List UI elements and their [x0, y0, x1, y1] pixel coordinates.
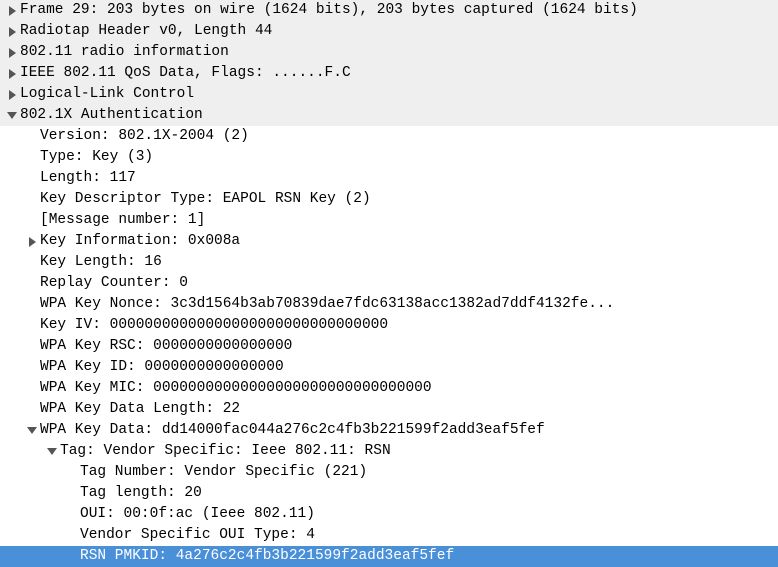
- chevron-right-icon[interactable]: [6, 90, 18, 100]
- tree-leaf-tag-num[interactable]: Tag Number: Vendor Specific (221): [0, 462, 778, 483]
- chevron-right-icon[interactable]: [26, 237, 38, 247]
- tree-label: Frame 29: 203 bytes on wire (1624 bits),…: [20, 1, 638, 20]
- chevron-down-icon[interactable]: [6, 112, 18, 119]
- tree-leaf-msg-num[interactable]: [Message number: 1]: [0, 210, 778, 231]
- tree-node-qos-data[interactable]: IEEE 802.11 QoS Data, Flags: ......F.C: [0, 63, 778, 84]
- tree-leaf-oui[interactable]: OUI: 00:0f:ac (Ieee 802.11): [0, 504, 778, 525]
- tree-label: WPA Key ID: 0000000000000000: [40, 358, 284, 377]
- tree-leaf-oui-type[interactable]: Vendor Specific OUI Type: 4: [0, 525, 778, 546]
- tree-label: Version: 802.1X-2004 (2): [40, 127, 249, 146]
- tree-leaf-tag-len[interactable]: Tag length: 20: [0, 483, 778, 504]
- tree-node-radiotap[interactable]: Radiotap Header v0, Length 44: [0, 21, 778, 42]
- tree-label: Type: Key (3): [40, 148, 153, 167]
- tree-label: [Message number: 1]: [40, 211, 205, 230]
- tree-label: WPA Key MIC: 000000000000000000000000000…: [40, 379, 432, 398]
- tree-leaf-nonce[interactable]: WPA Key Nonce: 3c3d1564b3ab70839dae7fdc6…: [0, 294, 778, 315]
- tree-leaf-version[interactable]: Version: 802.1X-2004 (2): [0, 126, 778, 147]
- tree-node-auth[interactable]: 802.1X Authentication: [0, 105, 778, 126]
- tree-leaf-key-desc[interactable]: Key Descriptor Type: EAPOL RSN Key (2): [0, 189, 778, 210]
- tree-label: Tag length: 20: [80, 484, 202, 503]
- tree-label: Tag: Vendor Specific: Ieee 802.11: RSN: [60, 442, 391, 461]
- tree-label: 802.11 radio information: [20, 43, 229, 62]
- chevron-right-icon[interactable]: [6, 69, 18, 79]
- chevron-right-icon[interactable]: [6, 6, 18, 16]
- tree-label: Key IV: 00000000000000000000000000000000: [40, 316, 388, 335]
- tree-label: Vendor Specific OUI Type: 4: [80, 526, 315, 545]
- tree-label: RSN PMKID: 4a276c2c4fb3b221599f2add3eaf5…: [80, 547, 454, 566]
- tree-node-tag[interactable]: Tag: Vendor Specific: Ieee 802.11: RSN: [0, 441, 778, 462]
- tree-label: Key Length: 16: [40, 253, 162, 272]
- tree-label: Key Information: 0x008a: [40, 232, 240, 251]
- chevron-right-icon[interactable]: [6, 27, 18, 37]
- tree-label: WPA Key Data Length: 22: [40, 400, 240, 419]
- tree-leaf-data-len[interactable]: WPA Key Data Length: 22: [0, 399, 778, 420]
- tree-label: OUI: 00:0f:ac (Ieee 802.11): [80, 505, 315, 524]
- chevron-down-icon[interactable]: [46, 448, 58, 455]
- tree-label: Tag Number: Vendor Specific (221): [80, 463, 367, 482]
- tree-label: WPA Key Data: dd14000fac044a276c2c4fb3b2…: [40, 421, 545, 440]
- tree-node-key-info[interactable]: Key Information: 0x008a: [0, 231, 778, 252]
- tree-node-frame[interactable]: Frame 29: 203 bytes on wire (1624 bits),…: [0, 0, 778, 21]
- tree-node-llc[interactable]: Logical-Link Control: [0, 84, 778, 105]
- tree-label: Logical-Link Control: [20, 85, 194, 104]
- chevron-down-icon[interactable]: [26, 427, 38, 434]
- tree-leaf-key-len[interactable]: Key Length: 16: [0, 252, 778, 273]
- tree-leaf-pmkid[interactable]: RSN PMKID: 4a276c2c4fb3b221599f2add3eaf5…: [0, 546, 778, 567]
- tree-label: Radiotap Header v0, Length 44: [20, 22, 272, 41]
- tree-leaf-length[interactable]: Length: 117: [0, 168, 778, 189]
- tree-node-radio-info[interactable]: 802.11 radio information: [0, 42, 778, 63]
- tree-node-key-data[interactable]: WPA Key Data: dd14000fac044a276c2c4fb3b2…: [0, 420, 778, 441]
- chevron-right-icon[interactable]: [6, 48, 18, 58]
- tree-leaf-key-mic[interactable]: WPA Key MIC: 000000000000000000000000000…: [0, 378, 778, 399]
- tree-leaf-key-id[interactable]: WPA Key ID: 0000000000000000: [0, 357, 778, 378]
- tree-leaf-replay[interactable]: Replay Counter: 0: [0, 273, 778, 294]
- tree-label: Key Descriptor Type: EAPOL RSN Key (2): [40, 190, 371, 209]
- tree-leaf-key-rsc[interactable]: WPA Key RSC: 0000000000000000: [0, 336, 778, 357]
- tree-label: Replay Counter: 0: [40, 274, 188, 293]
- tree-label: 802.1X Authentication: [20, 106, 203, 125]
- tree-label: WPA Key Nonce: 3c3d1564b3ab70839dae7fdc6…: [40, 295, 614, 314]
- tree-leaf-key-iv[interactable]: Key IV: 00000000000000000000000000000000: [0, 315, 778, 336]
- tree-leaf-type[interactable]: Type: Key (3): [0, 147, 778, 168]
- tree-label: WPA Key RSC: 0000000000000000: [40, 337, 292, 356]
- tree-label: IEEE 802.11 QoS Data, Flags: ......F.C: [20, 64, 351, 83]
- tree-label: Length: 117: [40, 169, 136, 188]
